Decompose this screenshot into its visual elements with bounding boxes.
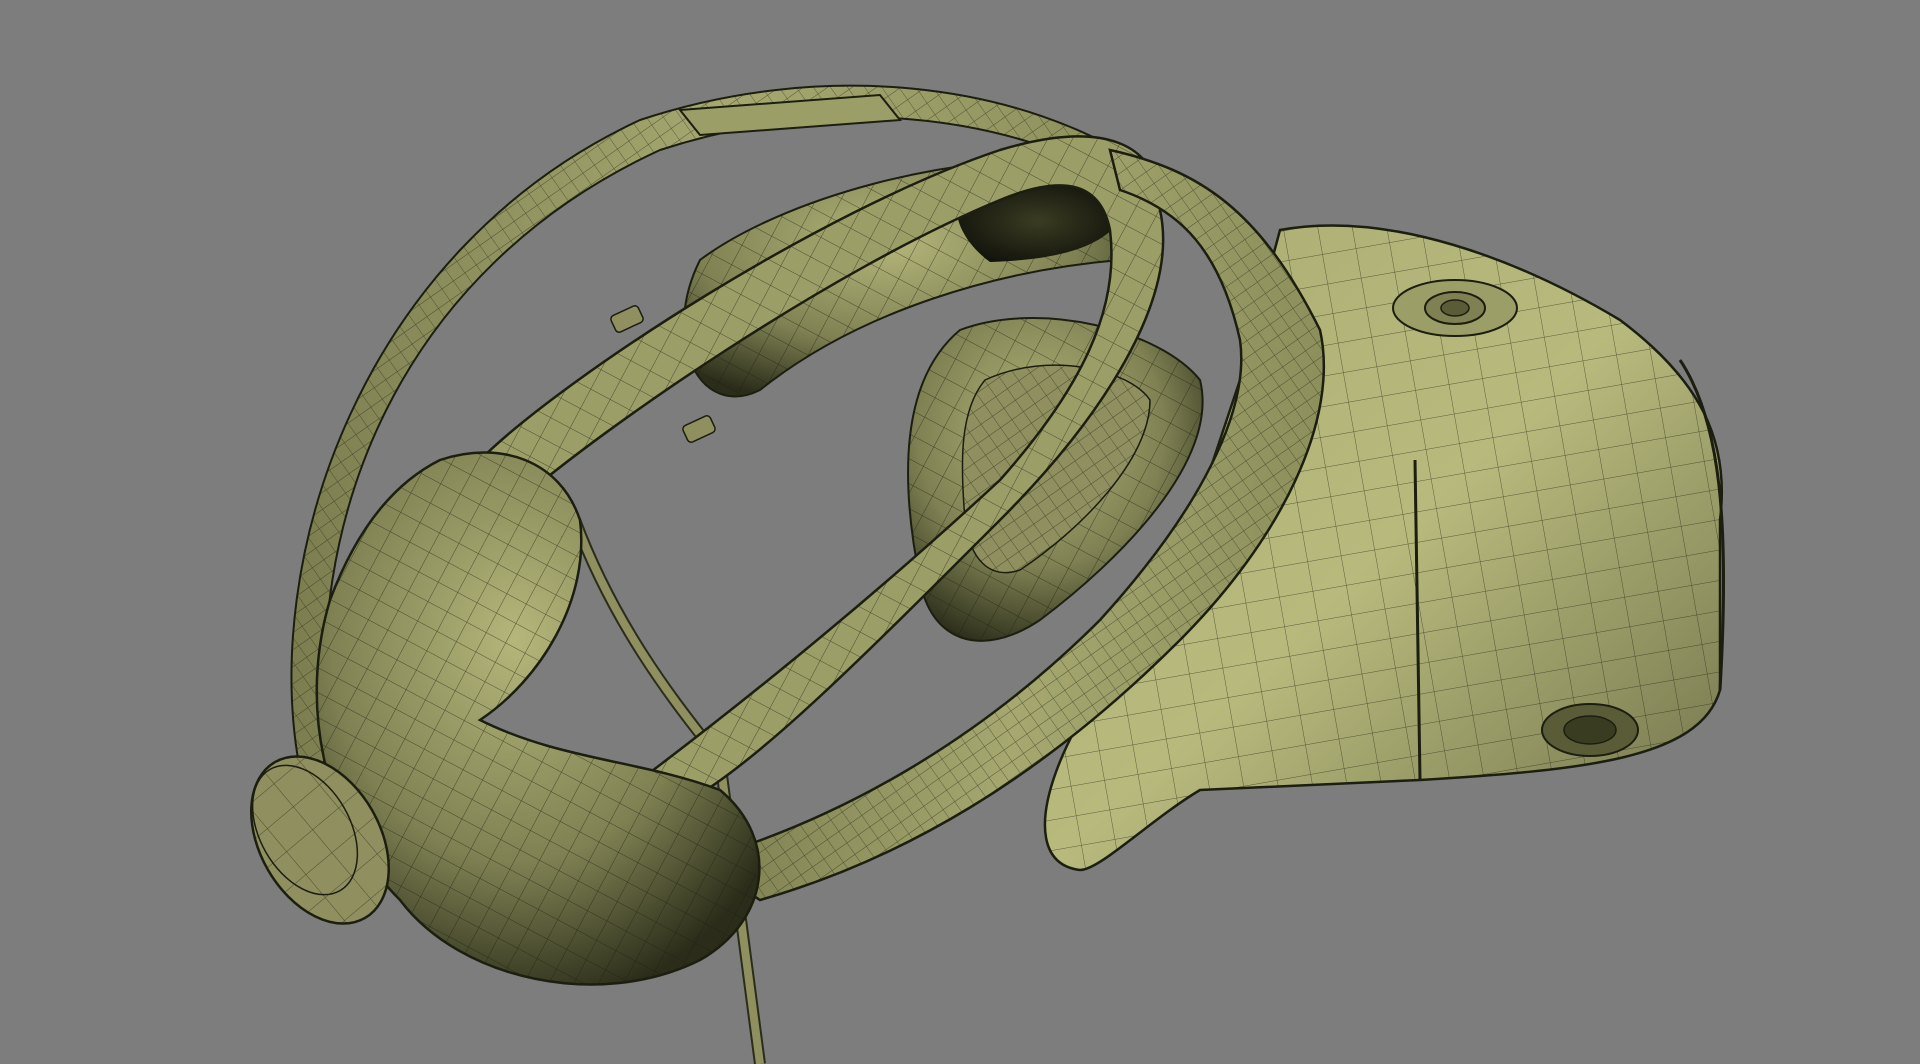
3d-viewport[interactable]: [0, 0, 1920, 1064]
vr-headset-model[interactable]: [0, 0, 1920, 1064]
side-camera-sensor-icon: [1541, 703, 1639, 757]
top-camera-sensor-icon: [1392, 279, 1518, 337]
visor-body[interactable]: [1043, 224, 1726, 872]
